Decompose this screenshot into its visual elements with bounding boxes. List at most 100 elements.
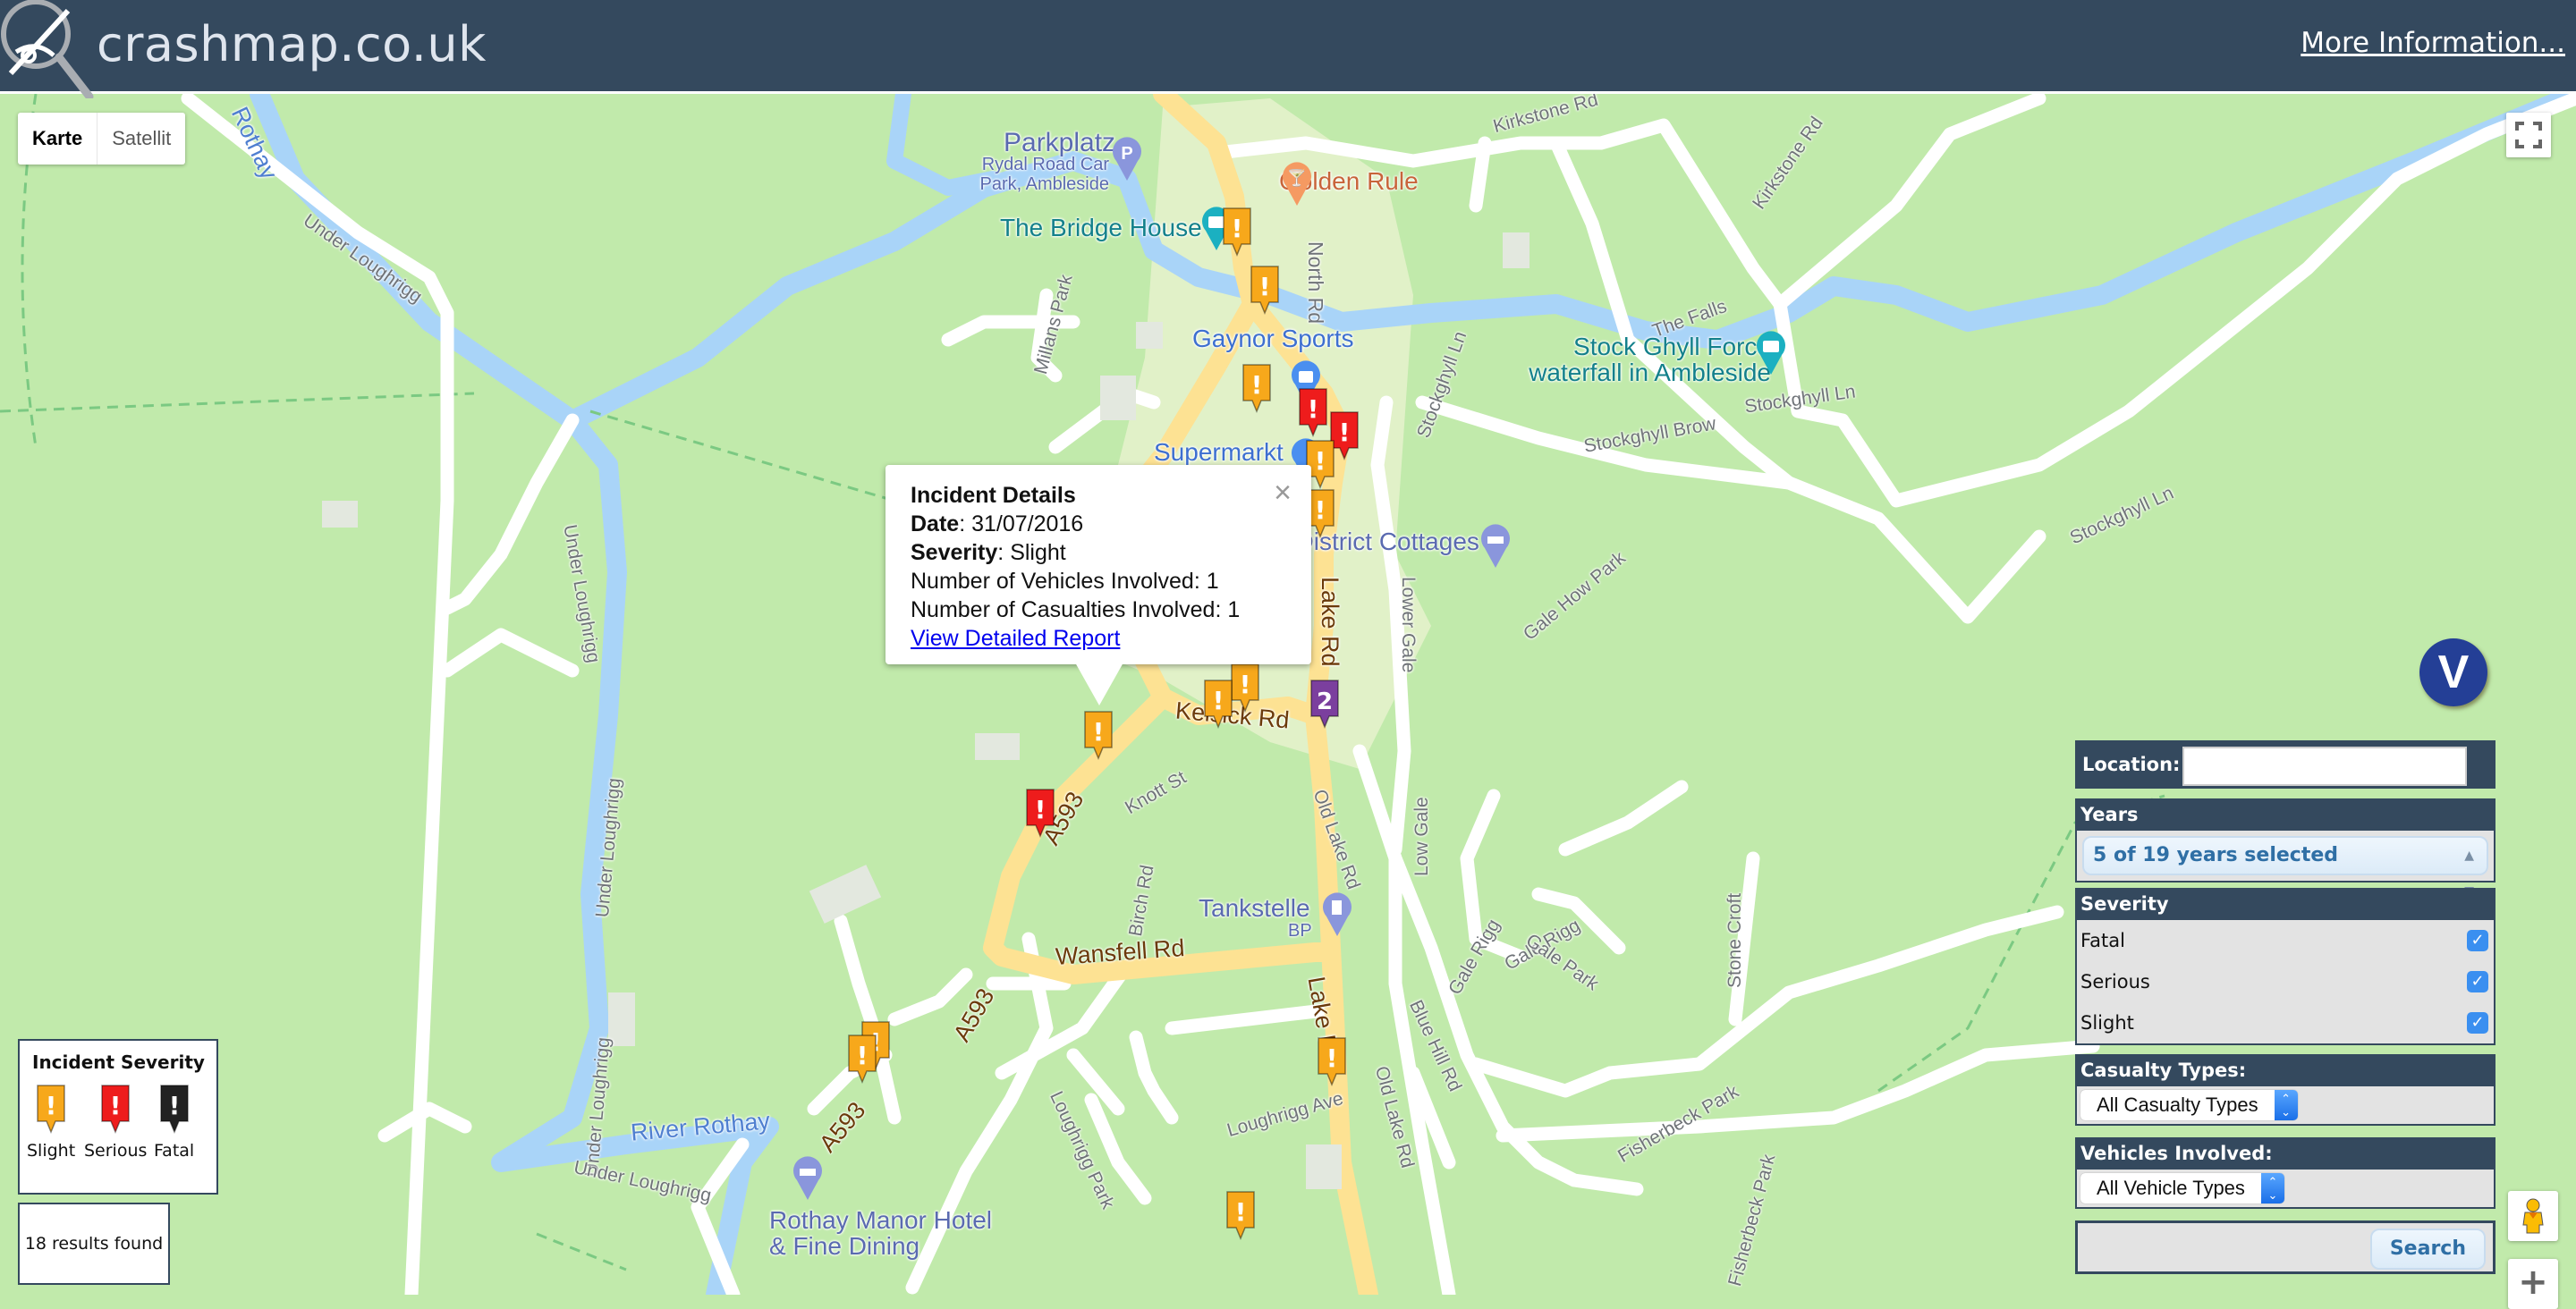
lodging-pin-icon[interactable]: [1478, 521, 1513, 570]
svg-text:!: !: [1315, 495, 1326, 525]
v-logo-button[interactable]: V: [2419, 638, 2487, 706]
incident-marker-slight[interactable]: !: [1083, 710, 1114, 760]
svg-text:!: !: [1093, 717, 1105, 747]
vehicles-involved-label: Vehicles Involved:: [2080, 1143, 2273, 1164]
svg-text:!: !: [1251, 370, 1263, 400]
incident-marker-slight[interactable]: !: [847, 1034, 877, 1084]
svg-text:!: !: [1315, 446, 1326, 476]
incident-marker-slight[interactable]: !: [1222, 207, 1252, 257]
incident-marker-serious[interactable]: !: [1298, 387, 1328, 437]
incident-marker-slight[interactable]: !: [1317, 1036, 1347, 1086]
svg-text:!: !: [46, 1091, 57, 1120]
severity-label: Severity: [911, 540, 998, 565]
cluster-marker[interactable]: 2: [1309, 679, 1340, 729]
svg-text:!: !: [1213, 686, 1224, 715]
svg-text:!: !: [1339, 418, 1351, 447]
site-logo-text[interactable]: crashmap.co.uk: [97, 16, 487, 72]
location-label: Location:: [2082, 754, 2181, 775]
incident-details-popup: × Incident Details Date: 31/07/2016 Seve…: [886, 465, 1311, 664]
severity-filter: Severity Fatal ✓ Serious ✓ Slight ✓: [2075, 888, 2496, 1045]
fullscreen-icon: [2515, 122, 2542, 148]
incident-marker-slight[interactable]: !: [1203, 679, 1233, 729]
popup-casualties: Number of Casualties Involved: 1: [911, 597, 1241, 622]
slight-marker-icon: !: [37, 1085, 65, 1134]
severity-option-slight: Slight ✓: [2077, 1002, 2494, 1043]
poi-label[interactable]: Gaynor Sports: [1192, 325, 1354, 353]
incident-marker-slight[interactable]: !: [1230, 663, 1260, 713]
svg-text:!: !: [857, 1041, 869, 1070]
incident-marker-slight[interactable]: !: [1250, 265, 1280, 315]
close-icon[interactable]: ×: [1274, 477, 1292, 508]
severity-option-label: Fatal: [2080, 930, 2125, 951]
fatal-marker-icon: !: [159, 1085, 189, 1134]
date-label: Date: [911, 511, 960, 536]
slight-checkbox[interactable]: ✓: [2467, 1012, 2488, 1034]
poi-label[interactable]: Rothay Manor Hotel & Fine Dining: [769, 1207, 1002, 1259]
legend-item-serious: ! Serious: [84, 1084, 147, 1161]
zoom-in-button[interactable]: +: [2508, 1259, 2558, 1309]
incident-marker-serious[interactable]: !: [1025, 788, 1055, 838]
casualty-types-select[interactable]: All Casualty Types ⌃ ⌄: [2080, 1090, 2298, 1120]
map-type-control: Karte Satellit: [18, 113, 186, 165]
svg-text:!: !: [1235, 1197, 1247, 1227]
severity-option-fatal: Fatal ✓: [2077, 920, 2494, 961]
vehicle-types-select[interactable]: All Vehicle Types ⌃ ⌄: [2080, 1173, 2284, 1203]
poi-label[interactable]: The Bridge House: [1000, 214, 1202, 242]
legend-label: Serious: [84, 1141, 148, 1161]
select-arrows-icon: ⌃ ⌄: [2274, 1090, 2298, 1120]
severity-option-label: Slight: [2080, 1012, 2134, 1034]
svg-text:!: !: [1326, 1043, 1338, 1073]
svg-text:P: P: [1121, 144, 1132, 164]
svg-text:!: !: [1259, 272, 1271, 301]
street-label: Lake Rd: [1317, 577, 1343, 667]
svg-text:!: !: [168, 1091, 180, 1120]
poi-label[interactable]: Tankstelle: [1199, 894, 1310, 923]
legend-item-slight: ! Slight: [27, 1084, 75, 1161]
street-view-button[interactable]: [2508, 1191, 2558, 1241]
fuel-pin-icon[interactable]: [1319, 890, 1355, 938]
parking-pin-icon[interactable]: P: [1109, 134, 1145, 182]
poi-label: BP: [1288, 921, 1312, 941]
popup-vehicles: Number of Vehicles Involved: 1: [911, 569, 1219, 594]
view-detailed-report-link[interactable]: View Detailed Report: [911, 626, 1120, 651]
pegman-icon: [2522, 1198, 2544, 1234]
vehicles-involved-filter: Vehicles Involved: All Vehicle Types ⌃ ⌄: [2075, 1137, 2496, 1209]
hotel-pin-icon[interactable]: [790, 1153, 826, 1202]
location-input[interactable]: [2182, 747, 2467, 786]
svg-text:🍸: 🍸: [1287, 168, 1307, 188]
fatal-checkbox[interactable]: ✓: [2467, 930, 2488, 951]
svg-text:2: 2: [1317, 688, 1333, 715]
severity-filter-label: Severity: [2080, 893, 2169, 915]
popup-severity: Severity: Slight: [911, 540, 1066, 565]
severity-option-label: Serious: [2080, 971, 2150, 992]
poi-label[interactable]: Parkplatz: [1004, 128, 1115, 158]
bar-pin-icon[interactable]: 🍸: [1279, 159, 1315, 207]
incident-marker-slight[interactable]: !: [1225, 1190, 1256, 1240]
casualty-types-label: Casualty Types:: [2080, 1060, 2247, 1081]
svg-text:!: !: [1240, 670, 1251, 699]
search-bar: Search: [2075, 1220, 2496, 1274]
poi-label[interactable]: Stock Ghyll Force waterfall in Ambleside: [1503, 334, 1771, 385]
legend-label: Slight: [27, 1141, 76, 1161]
camera-pin-icon[interactable]: [1753, 328, 1789, 376]
fullscreen-button[interactable]: [2506, 113, 2551, 157]
search-button[interactable]: Search: [2369, 1229, 2486, 1270]
magnifier-crash-logo-icon: [1, 0, 94, 98]
more-information-link[interactable]: More Information...: [2301, 27, 2565, 59]
date-value: 31/07/2016: [971, 511, 1084, 536]
years-select[interactable]: 5 of 19 years selected▲▼: [2082, 836, 2488, 899]
legend-item-fatal: ! Fatal: [154, 1084, 194, 1161]
years-filter: Years 5 of 19 years selected▲▼: [2075, 798, 2496, 899]
popup-tail: [1075, 663, 1123, 705]
map-type-karte[interactable]: Karte: [18, 113, 98, 165]
incident-marker-slight[interactable]: !: [1241, 363, 1272, 413]
serious-checkbox[interactable]: ✓: [2467, 971, 2488, 992]
street-label: North Rd: [1304, 241, 1327, 325]
select-arrows-icon: ⌃ ⌄: [2260, 1173, 2284, 1203]
map-type-satellit[interactable]: Satellit: [97, 113, 185, 165]
casualty-select-value: All Casualty Types: [2097, 1094, 2258, 1116]
legend-title: Incident Severity: [32, 1051, 205, 1073]
popup-title: Incident Details: [911, 483, 1076, 508]
location-filter: Location:: [2075, 740, 2496, 789]
poi-label[interactable]: Supermarkt: [1154, 438, 1284, 467]
